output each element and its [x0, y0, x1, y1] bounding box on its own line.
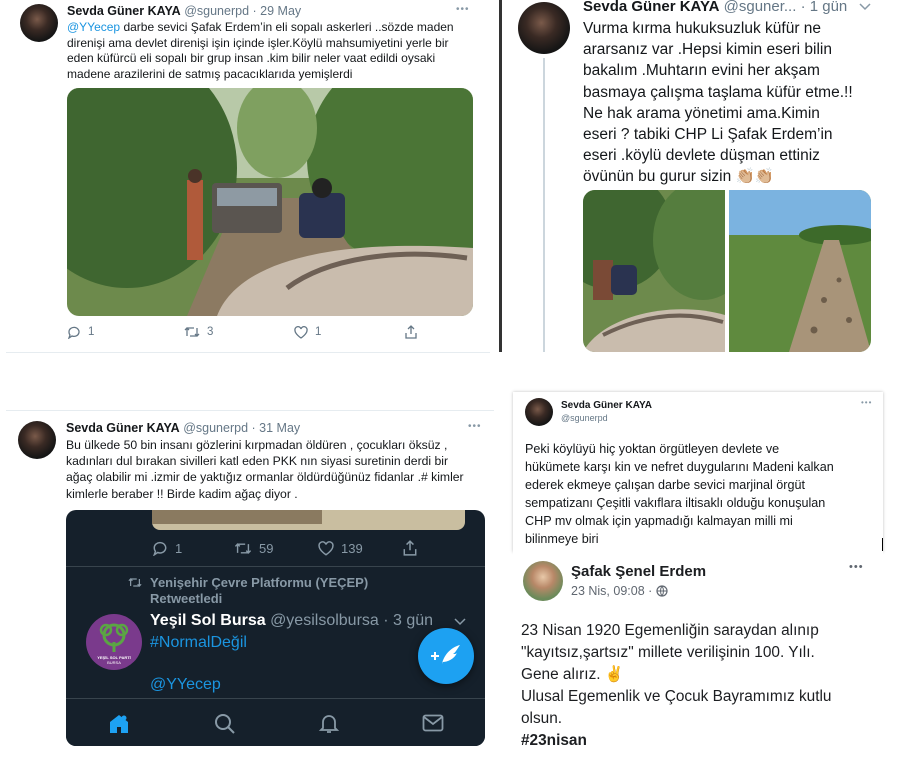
- author-handle[interactable]: @sgunerpd: [561, 413, 608, 423]
- like-count: 1: [315, 326, 322, 338]
- author-name[interactable]: Sevda Güner KAYA: [583, 0, 719, 15]
- tweet-actions: 1 3 1: [67, 325, 447, 339]
- dirt-road-photo: [729, 190, 871, 352]
- hashtag-link[interactable]: #NormalDeğil: [150, 634, 247, 652]
- forest-road-photo: [583, 190, 725, 352]
- tweet-date[interactable]: · 1 gün: [801, 0, 848, 15]
- author-name[interactable]: Sevda Güner KAYA: [561, 400, 652, 411]
- forest-road-photo: [67, 88, 473, 316]
- mention-link[interactable]: @YYecep: [67, 20, 120, 34]
- fb-avatar[interactable]: [523, 561, 563, 601]
- tweet-text: Vurma kırma hukuksuzluk küfür ne ararsan…: [583, 20, 853, 186]
- fb-post-date[interactable]: 23 Nis, 09:08 ·: [571, 584, 652, 598]
- retweet-icon: [234, 542, 252, 554]
- tweet-photo[interactable]: [67, 88, 473, 316]
- yesil-sol-logo[interactable]: YEŞİL SOL PARTİ BURSA: [86, 614, 142, 670]
- tweet-header: Sevda Güner KAYA @sgunerpd · 29 May: [67, 4, 301, 18]
- heart-icon: [318, 540, 334, 556]
- globe-icon: [656, 585, 668, 597]
- bottom-nav: [66, 698, 485, 746]
- author-handle[interactable]: @sguner...: [724, 0, 797, 15]
- tweet-date[interactable]: · 29 May: [253, 4, 302, 18]
- tree-logo-icon: YEŞİL SOL PARTİ BURSA: [97, 623, 131, 665]
- home-icon[interactable]: [108, 713, 130, 735]
- embedded-photo-detail: [152, 510, 322, 524]
- author-handle[interactable]: @sgunerpd: [183, 421, 248, 435]
- compose-tweet-button[interactable]: [418, 628, 474, 684]
- embedded-screenshot[interactable]: 1 59 139 Yenişehir Çevre Platformu (YEÇE…: [66, 510, 485, 746]
- post-text: Peki köylüyü hiç yoktan örgütleyen devle…: [525, 442, 834, 546]
- author-name[interactable]: Sevda Güner KAYA: [66, 421, 180, 435]
- more-options-icon[interactable]: •••: [861, 398, 872, 407]
- author-handle[interactable]: @sgunerpd: [184, 4, 249, 18]
- search-icon[interactable]: [214, 713, 236, 735]
- chevron-down-icon[interactable]: [859, 3, 871, 11]
- svg-text:BURSA: BURSA: [107, 660, 121, 665]
- tweet-date[interactable]: · 31 May: [252, 421, 301, 435]
- account-handle[interactable]: @yesilsolbursa · 3 gün: [270, 612, 433, 629]
- fb-hashtag[interactable]: #23nisan: [521, 730, 881, 750]
- reply-icon: [67, 326, 80, 339]
- share-button[interactable]: [402, 540, 418, 556]
- avatar[interactable]: [18, 421, 56, 459]
- tweet-text: Bu ülkede 50 bin insanı gözlerini kırpma…: [66, 438, 464, 501]
- text-cursor: [882, 538, 883, 551]
- notifications-bell-icon[interactable]: [318, 712, 340, 734]
- embedded-actions: 1 59 139: [152, 540, 472, 556]
- thread-line: [543, 58, 545, 352]
- retweet-icon: [184, 327, 200, 337]
- fb-post-meta: 23 Nis, 09:08 ·: [571, 584, 668, 598]
- tweet-panel-1: Sevda Güner KAYA @sgunerpd · 29 May ••• …: [6, 0, 490, 353]
- avatar[interactable]: [20, 4, 58, 42]
- tweet-photo-left[interactable]: [583, 190, 725, 352]
- more-options-icon[interactable]: •••: [849, 561, 864, 573]
- heart-icon: [294, 325, 308, 339]
- retweet-count: 59: [259, 540, 274, 556]
- facebook-post-panel: Şafak Şenel Erdem 23 Nis, 09:08 · ••• 23…: [513, 552, 883, 750]
- retweeted-by[interactable]: Yenişehir Çevre Platformu (YEÇEP) Retwee…: [150, 575, 368, 607]
- retweeted-icon: [128, 578, 142, 587]
- compose-feather-icon: [431, 645, 460, 664]
- avatar[interactable]: [518, 2, 570, 54]
- mention-link[interactable]: @YYecep: [150, 676, 221, 694]
- fb-post-text: 23 Nisan 1920 Egemenliğin saraydan alını…: [521, 620, 881, 750]
- more-options-icon[interactable]: •••: [456, 4, 470, 15]
- account-name[interactable]: Yeşil Sol Bursa: [150, 612, 266, 629]
- retweet-button[interactable]: 59: [234, 541, 318, 556]
- divider: [66, 566, 485, 567]
- fb-author-name[interactable]: Şafak Şenel Erdem: [571, 563, 706, 580]
- reply-icon: [153, 541, 167, 556]
- messages-envelope-icon[interactable]: [422, 714, 444, 732]
- reply-button[interactable]: 1: [152, 541, 234, 556]
- tweet-panel-2: Sevda Güner KAYA @sguner... · 1 gün Vurm…: [499, 0, 887, 352]
- reply-count: 1: [88, 326, 95, 338]
- tweet-text: @YYecep darbe sevici Şafak Erdem’in eli …: [67, 20, 454, 81]
- retweet-count: 3: [207, 326, 214, 338]
- like-button[interactable]: 1: [294, 325, 404, 339]
- chevron-down-icon[interactable]: [454, 618, 466, 626]
- share-icon: [403, 540, 417, 556]
- tweet-header: Sevda Güner KAYA @sgunerpd · 31 May: [66, 421, 300, 435]
- tweet-panel-3: Sevda Güner KAYA @sgunerpd · 31 May ••• …: [6, 410, 494, 751]
- tweet-photo-right[interactable]: [729, 190, 871, 352]
- like-count: 139: [341, 540, 363, 556]
- avatar[interactable]: [525, 398, 553, 426]
- tweet-header: Sevda Güner KAYA @sguner... · 1 gün: [583, 0, 847, 15]
- tweet-panel-4: Sevda Güner KAYA @sgunerpd ••• Peki köyl…: [513, 392, 883, 552]
- retweet-button[interactable]: 3: [184, 326, 294, 338]
- reply-count: 1: [175, 540, 183, 556]
- more-options-icon[interactable]: •••: [468, 421, 482, 432]
- reply-button[interactable]: 1: [67, 326, 184, 339]
- like-button[interactable]: 139: [318, 541, 402, 556]
- share-icon: [405, 325, 417, 339]
- retweet-author[interactable]: Yeşil Sol Bursa @yesilsolbursa · 3 gün: [150, 612, 433, 630]
- author-name[interactable]: Sevda Güner KAYA: [67, 4, 181, 18]
- share-button[interactable]: [404, 325, 418, 339]
